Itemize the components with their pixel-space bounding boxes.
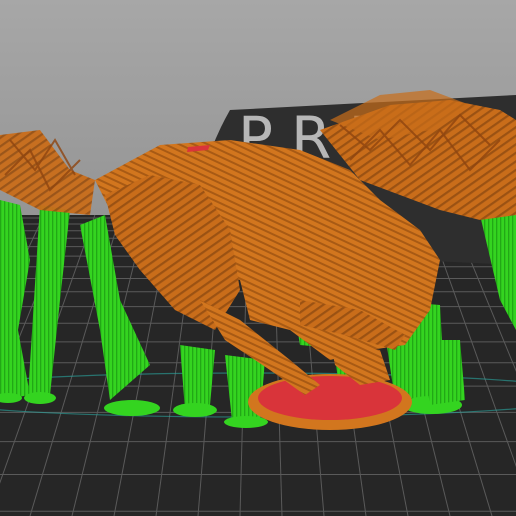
model-base[interactable] xyxy=(248,374,412,430)
scene-canvas[interactable]: PRUSA xyxy=(0,0,516,516)
3d-viewport[interactable]: PRUSA xyxy=(0,0,516,516)
